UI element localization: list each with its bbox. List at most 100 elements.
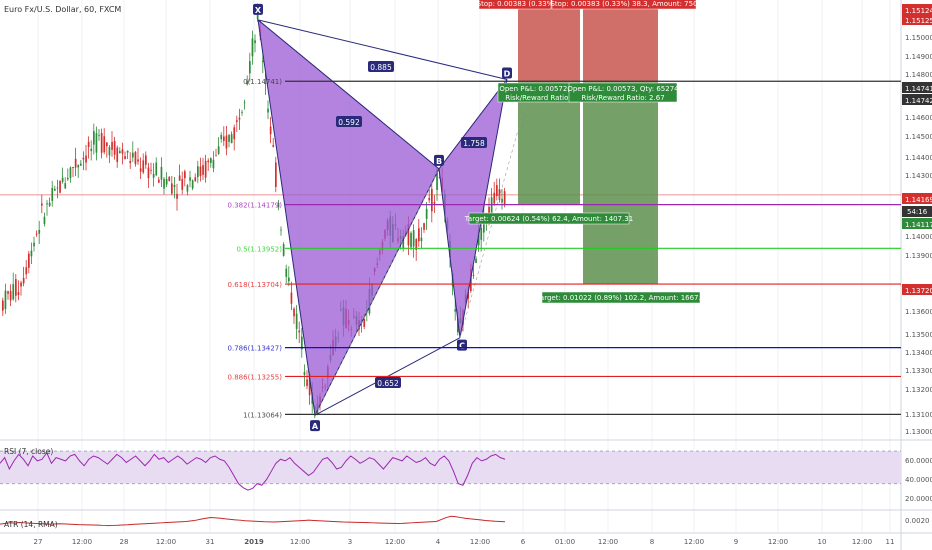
atr-label: ATR (14, RMA) [4, 520, 58, 529]
fib-label: 0.786(1.13427) [228, 345, 283, 353]
atr-pane[interactable]: ATR (14, RMA) 0.0020 [0, 515, 930, 529]
candle-body [126, 150, 129, 153]
price-tick-label: 1.13100 [905, 411, 932, 419]
time-tick-label: 2019 [244, 538, 264, 546]
time-axis[interactable]: 27 12:00 28 12:00 31 2019 12:00 3 12:00 4 12:00 6 01… [34, 538, 895, 546]
candle-body [480, 228, 483, 240]
candle-body [288, 277, 290, 282]
candle-body [423, 223, 425, 230]
candle-body [145, 155, 147, 165]
ratio-label: 0.592 [338, 118, 360, 127]
profit-zone [583, 81, 658, 285]
time-tick-label: 3 [348, 538, 352, 546]
point-c-label: C [459, 342, 465, 351]
candle-body [17, 292, 20, 295]
candle-body [155, 162, 158, 176]
candle-body [306, 379, 308, 386]
price-tick-label: 1.13900 [905, 252, 932, 260]
time-tick-label: 27 [34, 538, 43, 546]
ratio-label: 0.885 [370, 63, 392, 72]
candle-body [298, 330, 301, 333]
candle-body [67, 177, 69, 180]
fib-label: 0.382(1.14179) [228, 202, 283, 210]
candle-body [199, 166, 202, 176]
candle-body [410, 232, 412, 248]
fib-label: 0.5(1.13952) [236, 245, 282, 253]
open-pl-label-2-text: Open P&L: 0.00573, Qty: 65274 [567, 85, 679, 93]
price-axis[interactable]: 1.15124 1.15125 1.15000 1.14900 1.14800 1.147… [902, 4, 932, 436]
candle-body [303, 371, 306, 375]
candle-body [189, 177, 191, 181]
candle-body [69, 167, 72, 178]
candle-body [137, 159, 139, 162]
time-tick-label: 11 [886, 538, 895, 546]
candle-body [267, 108, 269, 113]
chart-root: X A B C D 0.885 0.592 1.758 0.652 0(1.14741) 0.38… [0, 0, 932, 550]
candle-body [48, 202, 51, 206]
candle-body [77, 165, 80, 168]
price-tick-label: 1.15124 [905, 7, 932, 15]
candle-body [204, 160, 207, 178]
candle-body [249, 61, 251, 74]
candle-body [197, 166, 199, 178]
time-tick-label: 10 [818, 538, 827, 546]
candle-body [418, 228, 420, 242]
fib-label: 0.618(1.13704) [228, 281, 283, 289]
candle-body [61, 177, 64, 182]
candle-body [165, 179, 168, 185]
candle-body [230, 134, 233, 144]
candle-body [28, 253, 30, 268]
time-tick-label: 6 [521, 538, 526, 546]
candle-body [64, 183, 67, 189]
candle-body [4, 290, 7, 310]
candle-body [285, 268, 288, 277]
candle-body [496, 185, 498, 197]
candle-body [56, 187, 59, 189]
target-label-1-text: Target: 0.00624 (0.54%) 62.4, Amount: 14… [464, 215, 633, 223]
candle-body [9, 291, 12, 301]
candle-body [163, 178, 165, 189]
candle-body [202, 165, 204, 175]
time-tick-label: 12:00 [156, 538, 176, 546]
time-tick-label: 12:00 [684, 538, 704, 546]
candle-body [475, 258, 477, 263]
candle-body [243, 102, 246, 104]
candle-body [25, 267, 28, 275]
rsi-tick-label: 40.0000 [905, 476, 932, 484]
candle-body [210, 158, 212, 163]
time-tick-label: 8 [650, 538, 654, 546]
candle-body [100, 132, 103, 153]
price-tick-label: 1.14000 [905, 233, 932, 241]
open-pl-label-2-text: Risk/Reward Ratio: 2.67 [581, 94, 664, 102]
candle-body [428, 197, 431, 201]
rsi-pane[interactable]: RSI (7, close) 60.0000 40.0000 20.0000 [0, 447, 932, 503]
candle-body [30, 250, 33, 257]
rsi-label: RSI (7, close) [4, 447, 53, 456]
candle-body [194, 177, 197, 181]
time-tick-label: 28 [120, 538, 129, 546]
candle-body [119, 151, 121, 154]
candle-body [238, 117, 241, 120]
candle-body [51, 187, 54, 202]
position-zones [518, 4, 658, 285]
candle-body [212, 159, 215, 169]
candle-body [176, 193, 178, 199]
point-a-label: A [312, 422, 319, 431]
candle-body [425, 208, 428, 219]
tradingview-chart[interactable]: X A B C D 0.885 0.592 1.758 0.652 0(1.14741) 0.38… [0, 0, 932, 550]
candle-body [293, 308, 295, 317]
point-b-label: B [436, 157, 442, 166]
candle-body [98, 134, 100, 136]
candle-body [103, 136, 106, 153]
candle-body [38, 229, 41, 234]
price-tick-label: 1.14169 [905, 196, 932, 204]
price-tick-label: 1.14300 [905, 172, 932, 180]
candle-body [82, 157, 85, 160]
candle-body [254, 40, 256, 44]
candle-body [215, 155, 217, 157]
candle-body [275, 162, 277, 187]
price-tick-label: 1.14400 [905, 154, 932, 162]
candle-body [124, 156, 126, 160]
candle-body [454, 309, 457, 312]
time-tick-label: 12:00 [852, 538, 872, 546]
